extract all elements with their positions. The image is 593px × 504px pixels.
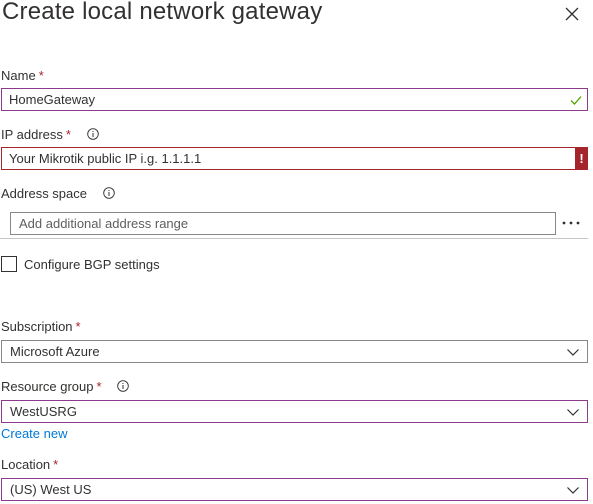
- subscription-label: Subscription *: [1, 319, 81, 334]
- required-mark: *: [65, 127, 71, 142]
- resource-group-label: Resource group *: [1, 379, 129, 394]
- required-mark: *: [96, 379, 102, 394]
- ellipsis-icon: [562, 221, 580, 225]
- address-space-label: Address space: [1, 186, 115, 201]
- bgp-checkbox[interactable]: [1, 256, 17, 272]
- ip-address-value: Your Mikrotik public IP i.g. 1.1.1.1: [9, 151, 202, 166]
- name-label: Name *: [1, 68, 44, 83]
- required-mark: *: [75, 319, 81, 334]
- subscription-select[interactable]: Microsoft Azure: [1, 340, 588, 363]
- location-label-text: Location: [1, 457, 51, 472]
- close-button[interactable]: [562, 4, 582, 24]
- subscription-value: Microsoft Azure: [10, 344, 100, 359]
- chevron-down-icon: [567, 349, 579, 356]
- check-icon: [570, 96, 582, 105]
- resource-group-value: WestUSRG: [10, 404, 77, 419]
- required-mark: *: [38, 68, 44, 83]
- page-title: Create local network gateway: [2, 0, 323, 25]
- info-icon[interactable]: [86, 128, 99, 140]
- resource-group-select[interactable]: WestUSRG: [1, 400, 588, 423]
- required-mark: *: [53, 457, 59, 472]
- divider: [0, 238, 588, 239]
- location-value: (US) West US: [10, 482, 92, 497]
- more-options-button[interactable]: [561, 215, 581, 231]
- error-icon: !: [575, 147, 588, 170]
- resource-group-label-text: Resource group: [1, 379, 94, 394]
- location-label: Location *: [1, 457, 58, 472]
- ip-address-label: IP address *: [1, 127, 99, 142]
- create-new-link[interactable]: Create new: [1, 426, 67, 441]
- info-icon[interactable]: [102, 187, 115, 199]
- name-value: HomeGateway: [9, 92, 95, 107]
- ip-address-field[interactable]: Your Mikrotik public IP i.g. 1.1.1.1 !: [1, 147, 588, 170]
- bgp-checkbox-label[interactable]: Configure BGP settings: [24, 257, 160, 272]
- address-range-placeholder: Add additional address range: [19, 216, 189, 231]
- name-field[interactable]: HomeGateway: [1, 88, 588, 111]
- info-icon[interactable]: [117, 380, 129, 392]
- address-range-input[interactable]: Add additional address range: [10, 212, 556, 235]
- name-label-text: Name: [1, 68, 36, 83]
- location-select[interactable]: (US) West US: [1, 478, 588, 501]
- close-icon: [565, 7, 579, 21]
- subscription-label-text: Subscription: [1, 319, 73, 334]
- chevron-down-icon: [567, 487, 579, 494]
- chevron-down-icon: [567, 409, 579, 416]
- address-space-label-text: Address space: [1, 186, 87, 201]
- ip-address-label-text: IP address: [1, 127, 63, 142]
